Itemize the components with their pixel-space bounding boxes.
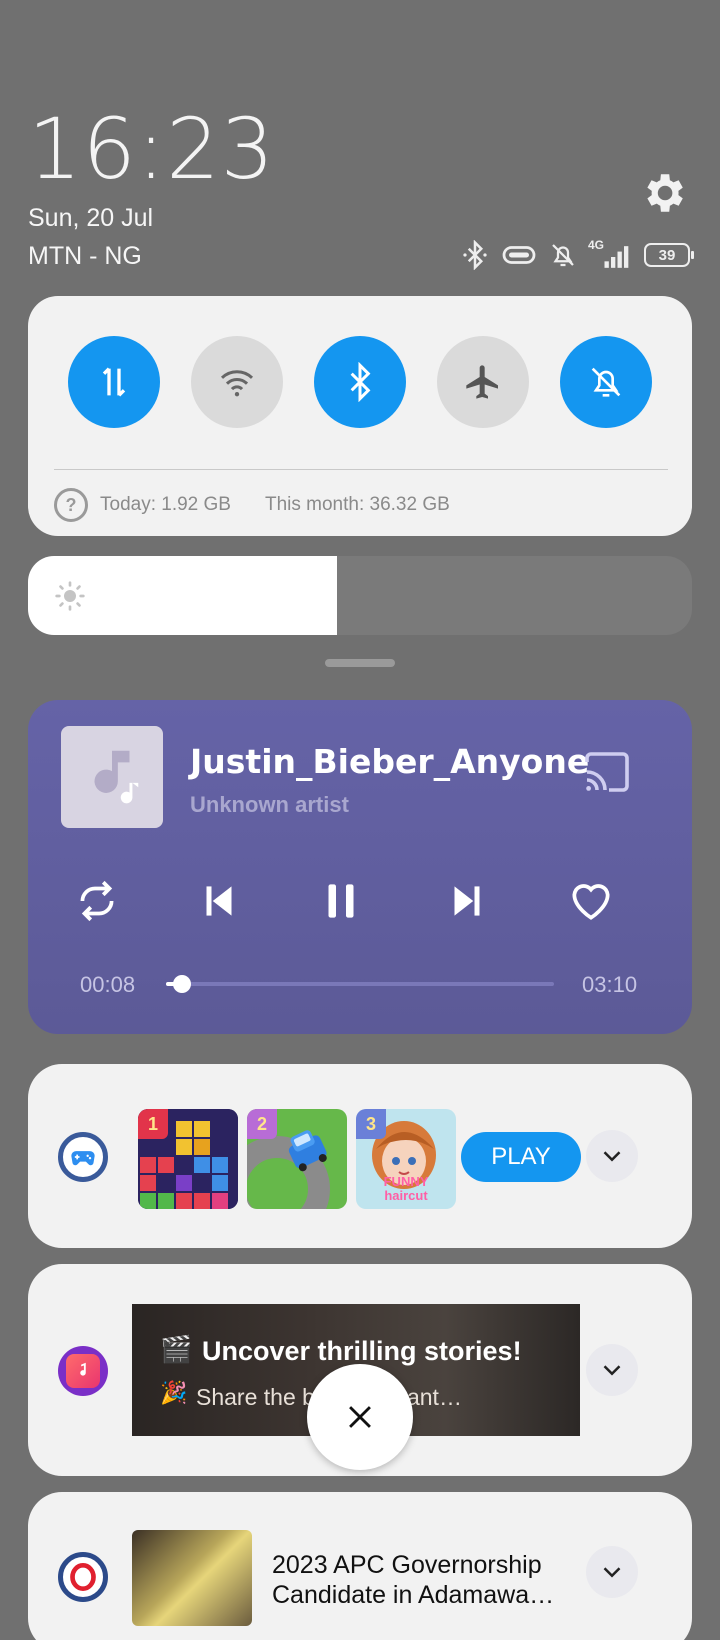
bluetooth-icon: [350, 362, 371, 402]
play-button[interactable]: PLAY: [461, 1132, 581, 1182]
music-app-icon: [58, 1346, 108, 1396]
divider: [54, 469, 668, 470]
clapper-icon: 🎬: [160, 1334, 193, 1364]
previous-icon[interactable]: [194, 876, 244, 926]
bell-off-status-icon: [552, 244, 574, 267]
clear-all-button[interactable]: [307, 1364, 413, 1470]
toggle-wifi[interactable]: [191, 336, 283, 428]
gamepad-icon: [71, 1151, 95, 1166]
notification-games[interactable]: 1 2 3 FUNNY haircut PLAY: [28, 1064, 692, 1248]
expand-button[interactable]: [586, 1344, 638, 1396]
date-label[interactable]: Sun, 20 Jul: [28, 204, 153, 233]
data-transfer-icon: [102, 367, 126, 397]
media-player-card[interactable]: Justin_Bieber_Anyone Unknown artist 00:0…: [28, 700, 692, 1034]
song-title: Justin_Bieber_Anyone: [190, 742, 590, 781]
status-icons: 4G 39: [460, 238, 694, 272]
notification-opera-news[interactable]: 2023 APC Governorship Candidate in Adama…: [28, 1492, 692, 1640]
signal-icon: 4G: [588, 238, 634, 270]
toggle-silent[interactable]: [560, 336, 652, 428]
bluetooth-status-icon: [463, 240, 487, 270]
toggle-airplane-mode[interactable]: [437, 336, 529, 428]
rank-badge: 3: [356, 1109, 386, 1139]
opera-logo-icon: [70, 1563, 96, 1591]
cast-icon[interactable]: [582, 750, 632, 794]
vibrate-status-icon: [502, 246, 536, 264]
party-icon: 🎉: [160, 1380, 188, 1405]
seek-thumb[interactable]: [173, 975, 192, 993]
promo-title: Uncover thrilling stories!: [202, 1336, 522, 1366]
toggle-bluetooth[interactable]: [314, 336, 406, 428]
heart-icon[interactable]: [566, 876, 616, 926]
news-title: 2023 APC Governorship Candidate in Adama…: [272, 1551, 555, 1609]
expand-button[interactable]: [586, 1546, 638, 1598]
brightness-slider[interactable]: [28, 556, 692, 635]
data-today-label: Today: 1.92 GB: [100, 494, 231, 515]
battery-icon: 39: [644, 243, 694, 267]
settings-gear-icon[interactable]: [638, 168, 688, 218]
clock[interactable]: 16:23: [28, 100, 275, 198]
data-usage[interactable]: ? Today: 1.92 GB This month: 36.32 GB: [54, 488, 450, 522]
music-note-icon: [80, 1362, 86, 1376]
game-thumbnail-funny-haircut[interactable]: 3 FUNNY haircut: [356, 1109, 456, 1209]
chevron-down-icon: [603, 1567, 621, 1578]
news-thumbnail: [132, 1530, 252, 1626]
expand-button[interactable]: [586, 1130, 638, 1182]
album-art: [61, 726, 163, 828]
pause-icon[interactable]: [316, 876, 366, 926]
bell-off-icon: [591, 367, 621, 397]
music-note-icon: [94, 750, 139, 804]
total-time: 03:10: [582, 972, 638, 997]
airplane-icon: [466, 365, 498, 399]
repeat-icon[interactable]: [72, 876, 122, 926]
help-icon: ?: [54, 488, 88, 522]
gamepad-app-icon: [58, 1132, 108, 1182]
opera-app-icon: [58, 1552, 108, 1602]
carrier-label: MTN - NG: [28, 242, 142, 270]
game-thumbnail-block-puzzle[interactable]: 1: [138, 1109, 238, 1209]
quick-settings-panel: ? Today: 1.92 GB This month: 36.32 GB: [28, 296, 692, 536]
next-icon[interactable]: [442, 876, 492, 926]
game-title-label: FUNNY haircut: [383, 1174, 429, 1203]
chevron-down-icon: [603, 1365, 621, 1376]
elapsed-time: 00:08: [80, 972, 136, 997]
data-month-label: This month: 36.32 GB: [264, 494, 450, 515]
chevron-down-icon: [603, 1151, 621, 1162]
close-icon: [349, 1406, 371, 1428]
game-thumbnail-car[interactable]: 2: [247, 1109, 347, 1209]
wifi-icon: [220, 370, 254, 397]
toggle-mobile-data[interactable]: [68, 336, 160, 428]
rank-badge: 2: [247, 1109, 277, 1139]
song-artist: Unknown artist: [190, 792, 349, 817]
seek-bar[interactable]: [166, 975, 554, 993]
rank-badge: 1: [138, 1109, 168, 1139]
drag-handle[interactable]: [325, 659, 395, 667]
sun-icon: [55, 581, 85, 611]
